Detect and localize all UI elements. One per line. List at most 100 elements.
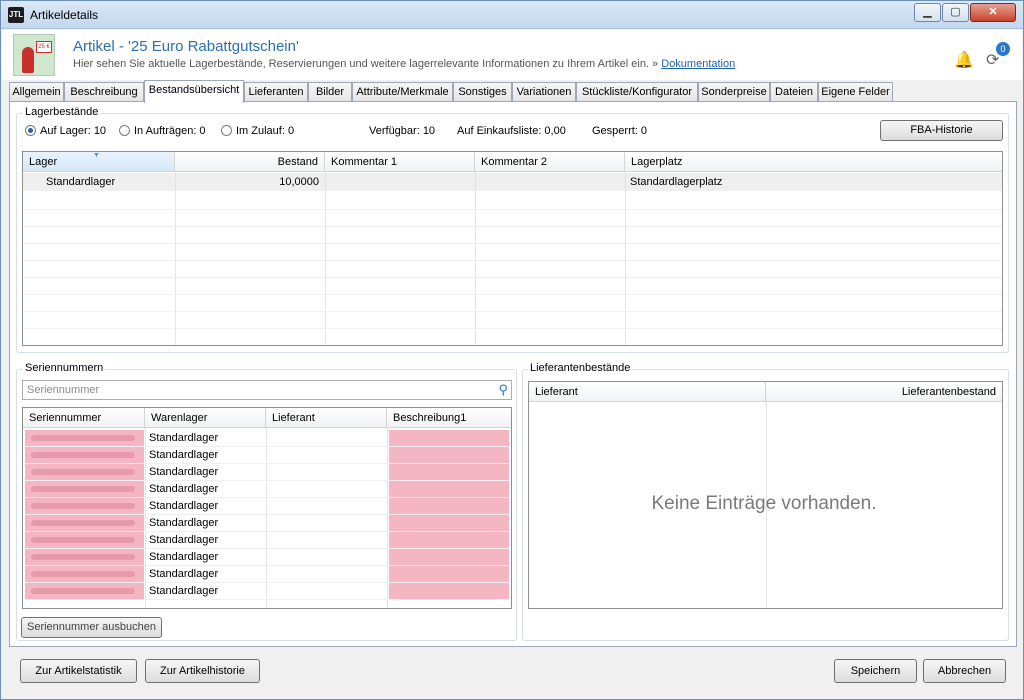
article-statistics-button[interactable]: Zur Artikelstatistik	[20, 659, 137, 683]
tab-sonderpreise[interactable]: Sonderpreise	[698, 82, 770, 102]
description-text: Hier sehen Sie aktuelle Lagerbestände, R…	[73, 58, 659, 70]
tab-bilder[interactable]: Bilder	[308, 82, 352, 102]
tab-beschreibung[interactable]: Beschreibung	[64, 82, 144, 102]
table-row[interactable]: Standardlager	[23, 515, 511, 532]
grid-line	[23, 294, 1002, 295]
redacted-serial	[31, 486, 135, 492]
minimize-button[interactable]: ▁	[914, 3, 941, 22]
col-warenlager[interactable]: Warenlager	[145, 408, 266, 428]
tab-dateien[interactable]: Dateien	[770, 82, 818, 102]
beschreibung-cell	[389, 566, 509, 582]
table-row[interactable]: Standardlager	[23, 464, 511, 481]
col-seriennummer[interactable]: Seriennummer	[23, 408, 145, 428]
maximize-button[interactable]: ▢	[942, 3, 969, 22]
product-image: 25 €	[13, 34, 55, 76]
radio-label: Im Zulauf: 0	[236, 125, 295, 137]
col-bestand[interactable]: Bestand	[175, 152, 325, 172]
tab-strip: Allgemein Beschreibung Bestandsübersicht…	[9, 80, 1017, 103]
table-row[interactable]: Standardlager	[23, 447, 511, 464]
radio-dot	[119, 125, 130, 136]
redacted-serial	[31, 469, 135, 475]
beschreibung-cell	[389, 430, 509, 446]
cell-warenlager: Standardlager	[149, 500, 219, 512]
tab-lieferanten[interactable]: Lieferanten	[244, 82, 308, 102]
col-kommentar1[interactable]: Kommentar 1	[325, 152, 475, 172]
serial-number-cell	[25, 430, 144, 446]
product-price-badge: 25 €	[36, 41, 52, 53]
serial-table: Seriennummer Warenlager Lieferant Beschr…	[22, 407, 512, 609]
lager-table: Lager ▼ Bestand Kommentar 1 Kommentar 2 …	[22, 151, 1003, 346]
table-row[interactable]: Standardlager	[23, 549, 511, 566]
cell-warenlager: Standardlager	[149, 432, 219, 444]
search-icon[interactable]: ⚲	[498, 382, 508, 398]
serial-book-out-button[interactable]: Seriennummer ausbuchen	[21, 617, 162, 638]
serial-number-cell	[25, 566, 144, 582]
radio-in-auftraegen[interactable]: In Aufträgen: 0	[119, 125, 206, 137]
table-row[interactable]: Standardlager	[23, 532, 511, 549]
article-history-button[interactable]: Zur Artikelhistorie	[145, 659, 260, 683]
documentation-link[interactable]: Dokumentation	[661, 58, 735, 70]
close-button[interactable]: ✕	[970, 3, 1016, 22]
grid-line	[23, 277, 1002, 278]
sync-count-badge: 0	[996, 42, 1010, 56]
tab-stueckliste-konfigurator[interactable]: Stückliste/Konfigurator	[576, 82, 698, 102]
beschreibung-cell	[389, 549, 509, 565]
grid-line	[175, 172, 176, 345]
serial-number-cell	[25, 498, 144, 514]
redacted-serial	[31, 554, 135, 560]
beschreibung-cell	[389, 583, 509, 599]
cell-lagerplatz: Standardlagerplatz	[630, 176, 723, 188]
col-beschreibung1[interactable]: Beschreibung1	[387, 408, 511, 428]
radio-auf-lager[interactable]: Auf Lager: 10	[25, 125, 106, 137]
radio-im-zulauf[interactable]: Im Zulauf: 0	[221, 125, 294, 137]
title-bar: JTL Artikeldetails ▁ ▢ ✕	[1, 1, 1023, 29]
grid-line	[23, 209, 1002, 210]
serial-number-cell	[25, 481, 144, 497]
table-row[interactable]: Standardlager	[23, 583, 511, 600]
fba-history-button[interactable]: FBA-Historie	[880, 120, 1003, 141]
tab-eigene-felder[interactable]: Eigene Felder	[818, 82, 893, 102]
serial-number-cell	[25, 549, 144, 565]
col-lieferantenbestand[interactable]: Lieferantenbestand	[766, 382, 1002, 402]
serial-number-cell	[25, 515, 144, 531]
beschreibung-cell	[389, 464, 509, 480]
grid-line	[23, 328, 1002, 329]
table-row[interactable]: Standardlager	[23, 498, 511, 515]
page-title: Artikel - '25 Euro Rabattgutschein'	[73, 38, 299, 55]
col-lagerplatz[interactable]: Lagerplatz	[625, 152, 1002, 172]
tab-allgemein[interactable]: Allgemein	[9, 82, 64, 102]
grid-line	[23, 226, 1002, 227]
table-row[interactable]: Standardlager	[23, 481, 511, 498]
col-lieferant[interactable]: Lieferant	[266, 408, 387, 428]
save-button[interactable]: Speichern	[834, 659, 917, 683]
serial-number-cell	[25, 532, 144, 548]
table-row[interactable]: Standardlager	[23, 430, 511, 447]
page-description: Hier sehen Sie aktuelle Lagerbestände, R…	[73, 58, 735, 70]
cell-bestand: 10,0000	[279, 176, 319, 188]
serial-search-input[interactable]: Seriennummer ⚲	[22, 380, 512, 400]
bell-icon[interactable]: 🔔	[954, 50, 974, 70]
cell-warenlager: Standardlager	[149, 517, 219, 529]
tab-variationen[interactable]: Variationen	[512, 82, 576, 102]
seriennummern-label: Seriennummern	[23, 362, 106, 374]
redacted-serial	[31, 503, 135, 509]
tab-sonstiges[interactable]: Sonstiges	[453, 82, 512, 102]
radio-label: In Aufträgen: 0	[134, 125, 206, 137]
radio-dot	[221, 125, 232, 136]
table-row[interactable]: Standardlager	[23, 566, 511, 583]
beschreibung-cell	[389, 532, 509, 548]
cancel-button[interactable]: Abbrechen	[923, 659, 1006, 683]
search-placeholder: Seriennummer	[27, 384, 100, 396]
tab-bestandsuebersicht[interactable]: Bestandsübersicht	[144, 80, 244, 103]
cell-warenlager: Standardlager	[149, 551, 219, 563]
tab-attribute-merkmale[interactable]: Attribute/Merkmale	[352, 82, 453, 102]
santa-figure-icon	[22, 47, 34, 73]
cell-warenlager: Standardlager	[149, 483, 219, 495]
beschreibung-cell	[389, 481, 509, 497]
serial-number-cell	[25, 583, 144, 599]
table-row[interactable]: Standardlager 10,0000 Standardlagerplatz	[23, 173, 1002, 191]
article-header: 25 € Artikel - '25 Euro Rabattgutschein'…	[2, 30, 1022, 80]
cell-warenlager: Standardlager	[149, 568, 219, 580]
col-kommentar2[interactable]: Kommentar 2	[475, 152, 625, 172]
col-lieferant[interactable]: Lieferant	[529, 382, 766, 402]
